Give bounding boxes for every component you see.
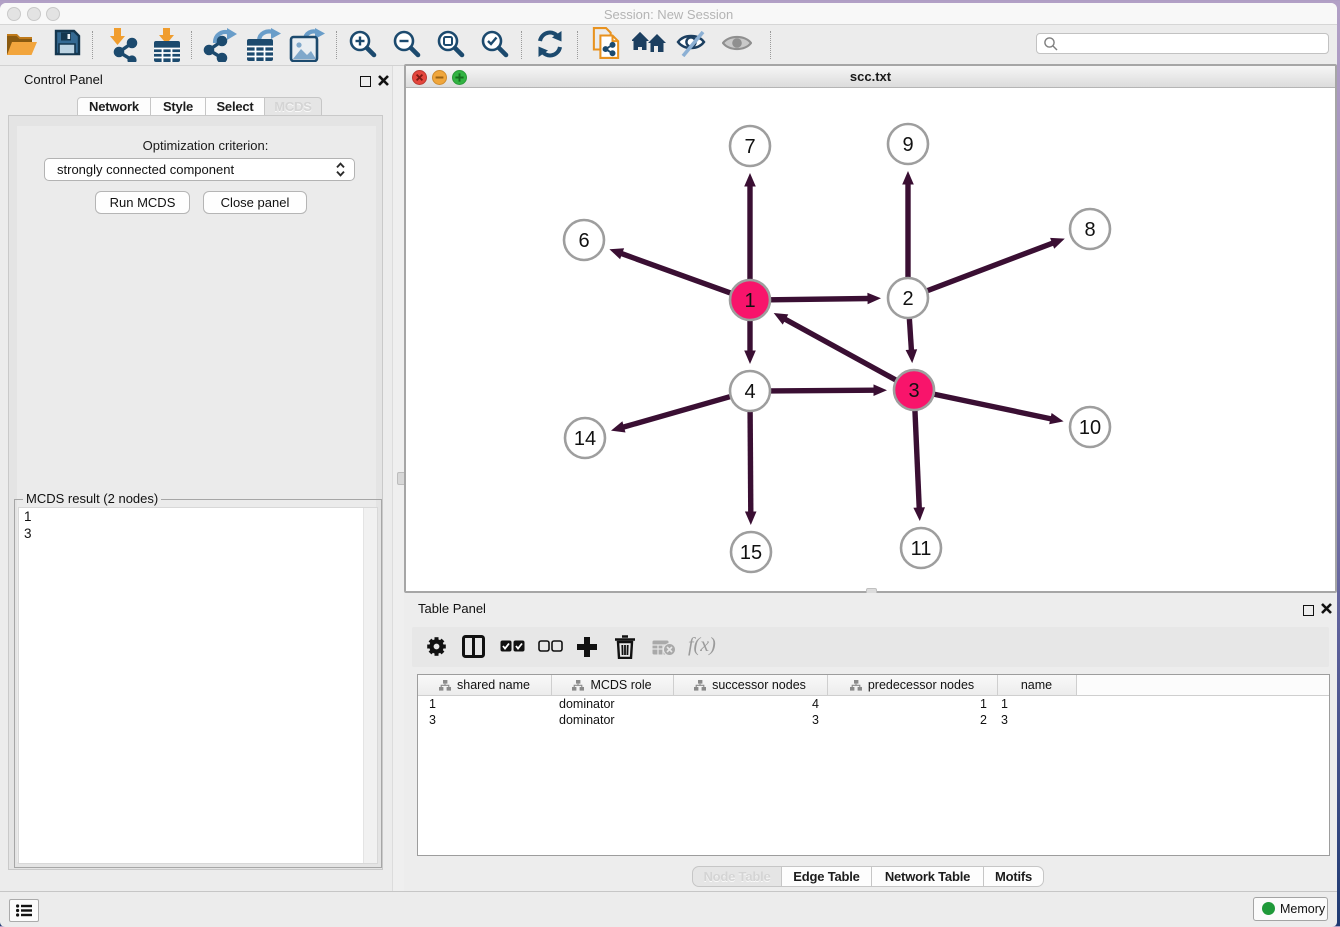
svg-text:7: 7 (744, 136, 755, 158)
svg-text:8: 8 (1084, 219, 1095, 241)
svg-text:2: 2 (902, 288, 913, 310)
svg-text:9: 9 (902, 134, 913, 156)
svg-text:6: 6 (578, 230, 589, 252)
svg-text:4: 4 (744, 381, 755, 403)
svg-text:3: 3 (908, 380, 919, 402)
svg-text:14: 14 (574, 428, 596, 450)
svg-text:10: 10 (1079, 417, 1101, 439)
svg-text:15: 15 (740, 542, 762, 564)
svg-text:11: 11 (911, 538, 932, 560)
svg-text:1: 1 (744, 290, 755, 312)
